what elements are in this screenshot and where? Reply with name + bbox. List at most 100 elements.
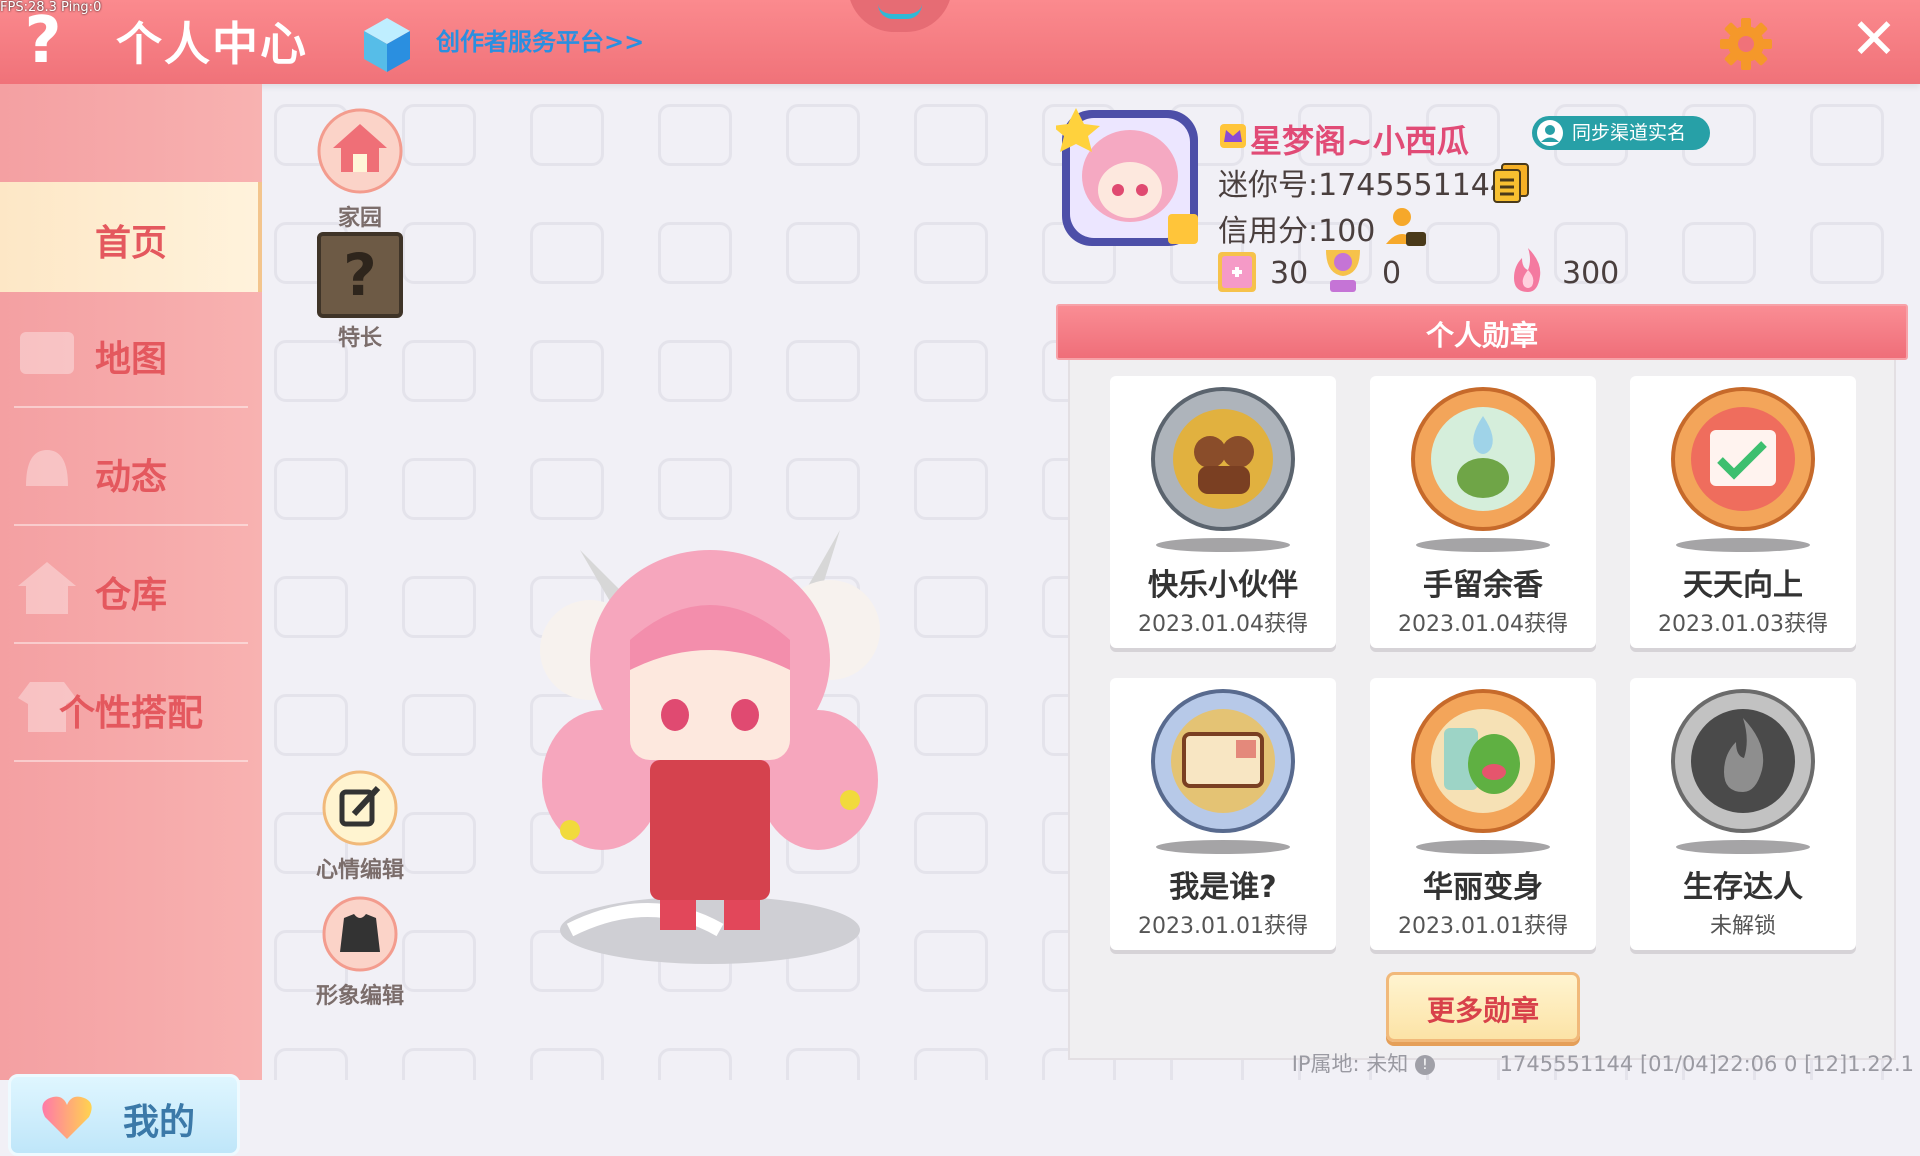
medal-card[interactable]: 快乐小伙伴 2023.01.04获得 xyxy=(1110,376,1336,648)
pattern-tile xyxy=(402,1048,476,1080)
home-garden-label: 家园 xyxy=(337,206,382,231)
medal-date: 2023.01.01获得 xyxy=(1398,914,1568,939)
skill-label: 特长 xyxy=(337,326,382,351)
sidebar: 首页 地图 动态 仓库 个性搭配 我的 xyxy=(0,84,262,1156)
more-medals-label: 更多勋章 xyxy=(1426,994,1539,1027)
nickname: 星梦阁~小西瓜 xyxy=(1250,122,1469,160)
medal-card[interactable]: 我是谁? 2023.01.01获得 xyxy=(1110,678,1336,950)
creator-platform-link[interactable]: 创作者服务平台>> xyxy=(436,22,644,57)
medal-date: 2023.01.04获得 xyxy=(1138,612,1308,637)
pattern-tile xyxy=(530,222,604,284)
medal-card[interactable]: 生存达人 未解锁 xyxy=(1630,678,1856,950)
ip-location: IP属地: 未知 ! xyxy=(1292,1052,1435,1076)
medal-name: 天天向上 xyxy=(1683,568,1803,603)
top-bar: FPS:28.3 Ping:0 ? 个人中心 创作者服务平台>> ✕ xyxy=(0,0,1920,84)
pattern-tile xyxy=(530,340,604,402)
likes-count: 0 xyxy=(1382,256,1402,291)
credit-person-icon[interactable] xyxy=(1384,204,1428,248)
status-footer: IP属地: 未知 ! 1745551144 [01/04]22:06 0 [12… xyxy=(1292,1048,1914,1078)
medal-name: 我是谁? xyxy=(1169,870,1277,905)
pattern-tile xyxy=(914,222,988,284)
pattern-tile xyxy=(786,1048,860,1080)
sync-badge-label: 同步渠道实名 xyxy=(1572,122,1687,144)
pattern-tile xyxy=(914,576,988,638)
mine-button[interactable]: 我的 xyxy=(8,1074,240,1156)
heart-icon xyxy=(42,1096,92,1139)
pattern-tile xyxy=(402,694,476,756)
sidebar-item-map[interactable]: 地图 xyxy=(0,298,262,408)
transform-medal-icon xyxy=(1411,689,1555,833)
copy-icon[interactable] xyxy=(1492,162,1530,204)
sidebar-item-storage[interactable]: 仓库 xyxy=(0,534,262,644)
more-medals-button[interactable]: 更多勋章 xyxy=(1386,972,1580,1042)
medal-date: 2023.01.03获得 xyxy=(1658,612,1828,637)
pattern-tile xyxy=(530,104,604,166)
sidebar-item-home[interactable]: 首页 xyxy=(0,182,262,292)
pattern-tile xyxy=(658,340,732,402)
medal-name: 华丽变身 xyxy=(1423,870,1543,905)
likes-trophy-icon xyxy=(1326,250,1360,292)
pattern-tile xyxy=(914,812,988,874)
medal-name: 手留余香 xyxy=(1423,568,1543,603)
close-icon[interactable]: ✕ xyxy=(1846,12,1902,68)
vip-crown-icon xyxy=(1220,124,1246,148)
pattern-tile xyxy=(786,222,860,284)
letter-medal-icon xyxy=(1151,689,1295,833)
garden-house-icon xyxy=(317,108,403,194)
medal-header: 个人勋章 xyxy=(1056,304,1908,360)
pull-down-handle[interactable] xyxy=(848,0,952,32)
medal-date: 2023.01.01获得 xyxy=(1138,914,1308,939)
pattern-tile xyxy=(658,222,732,284)
mood-edit-button[interactable]: 心情编辑 xyxy=(305,770,415,884)
heat-count: 300 xyxy=(1562,256,1620,291)
gear-icon[interactable] xyxy=(1718,16,1774,72)
calendar-medal-icon xyxy=(1671,387,1815,531)
avatar[interactable] xyxy=(1056,104,1204,252)
cube-icon[interactable] xyxy=(362,16,412,74)
sidebar-item-label: 动态 xyxy=(94,457,167,498)
sidebar-item-activity[interactable]: 动态 xyxy=(0,416,262,526)
skill-button[interactable]: ? 特长 xyxy=(305,232,415,352)
happy-friends-medal-icon xyxy=(1151,387,1295,531)
medal-card[interactable]: 天天向上 2023.01.03获得 xyxy=(1630,376,1856,648)
popularity-flag-icon xyxy=(1218,252,1256,292)
mini-id: 迷你号:1745551144 xyxy=(1218,168,1509,203)
medal-card[interactable]: 华丽变身 2023.01.01获得 xyxy=(1370,678,1596,950)
pattern-tile xyxy=(402,576,476,638)
sidebar-item-outfit[interactable]: 个性搭配 xyxy=(0,652,262,762)
medal-name: 快乐小伙伴 xyxy=(1148,568,1298,603)
pattern-tile xyxy=(914,1048,988,1080)
pattern-tile xyxy=(914,458,988,520)
sidebar-item-label: 首页 xyxy=(94,223,167,264)
pattern-tile xyxy=(914,930,988,992)
pattern-tile xyxy=(1810,104,1884,166)
pattern-tile xyxy=(1682,222,1756,284)
flame-icon xyxy=(1514,248,1541,292)
medal-card[interactable]: 手留余香 2023.01.04获得 xyxy=(1370,376,1596,648)
medal-name: 生存达人 xyxy=(1683,870,1803,905)
mystery-box-icon: ? xyxy=(317,232,403,318)
appearance-edit-label: 形象编辑 xyxy=(315,984,404,1009)
sync-realname-badge[interactable]: 同步渠道实名 xyxy=(1532,116,1710,150)
question-mark-icon[interactable]: ? xyxy=(16,6,70,76)
player-character-model[interactable] xyxy=(510,510,910,980)
edit-icon xyxy=(322,770,398,846)
pattern-tile xyxy=(786,104,860,166)
sidebar-item-label: 仓库 xyxy=(94,575,167,616)
medal-status: 未解锁 xyxy=(1709,914,1776,939)
home-garden-button[interactable]: 家园 xyxy=(305,108,415,232)
pattern-tile xyxy=(1810,222,1884,284)
info-icon[interactable]: ! xyxy=(1414,1055,1435,1075)
appearance-edit-button[interactable]: 形象编辑 xyxy=(305,896,415,1010)
medal-date: 2023.01.04获得 xyxy=(1398,612,1568,637)
popularity-count: 30 xyxy=(1270,256,1309,291)
mood-edit-label: 心情编辑 xyxy=(315,858,404,883)
mine-button-label: 我的 xyxy=(123,1102,196,1143)
survival-fire-medal-icon xyxy=(1671,689,1815,833)
pattern-tile xyxy=(402,458,476,520)
pattern-tile xyxy=(786,340,860,402)
pattern-tile xyxy=(658,1048,732,1080)
sidebar-item-label: 个性搭配 xyxy=(58,693,203,734)
pattern-tile xyxy=(1426,222,1500,284)
pattern-tile xyxy=(274,458,348,520)
